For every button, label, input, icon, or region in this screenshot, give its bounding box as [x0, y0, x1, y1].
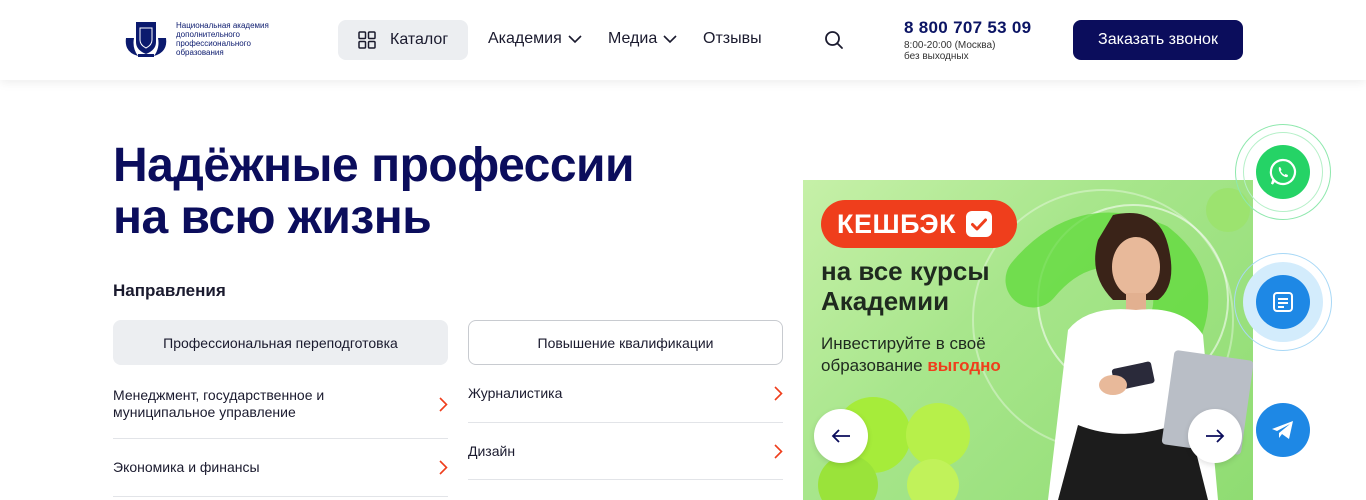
title-line-2: на всю жизнь — [113, 191, 432, 244]
nav-reviews[interactable]: Отзывы — [703, 30, 762, 48]
catalog-label: Каталог — [390, 31, 449, 48]
banner-headline-line-1: на все курсы — [821, 256, 990, 286]
academy-emblem-icon — [125, 22, 167, 57]
direction-item-economics[interactable]: Экономика и финансы — [113, 439, 448, 497]
banner-prev-button[interactable] — [814, 409, 868, 463]
promo-banner[interactable]: КЕШБЭК на все курсы Академии Инвестируйт… — [803, 180, 1253, 500]
phone-number[interactable]: 8 800 707 53 09 — [904, 18, 1031, 38]
nav-media[interactable]: Медиа — [608, 30, 677, 48]
direction-item-label: Журналистика — [468, 385, 563, 401]
directions-heading: Направления — [113, 281, 226, 300]
banner-sub-accent: выгодно — [927, 356, 1001, 375]
chevron-right-icon — [439, 396, 448, 412]
cashback-badge: КЕШБЭК — [821, 200, 1017, 248]
nav-academy[interactable]: Академия — [488, 30, 582, 48]
chevron-down-icon — [568, 34, 582, 43]
logo-text: Национальная академия дополнительного пр… — [176, 21, 269, 57]
arrow-right-icon — [1206, 429, 1225, 443]
checkmark-icon — [966, 211, 993, 237]
hours-text: 8:00-20:00 (Москва) — [904, 40, 996, 51]
whatsapp-icon — [1269, 158, 1297, 186]
academy-logo[interactable]: Национальная академия дополнительного пр… — [122, 18, 286, 60]
banner-headline: на все курсы Академии — [821, 256, 990, 316]
banner-next-button[interactable] — [1188, 409, 1242, 463]
direction-item-label: Экономика и финансы — [113, 459, 260, 475]
telegram-icon — [1272, 421, 1293, 439]
direction-item-management[interactable]: Менеджмент, государственное и муниципаль… — [113, 372, 448, 439]
order-call-button[interactable]: Заказать звонок — [1073, 20, 1243, 60]
telegram-button[interactable] — [1256, 403, 1310, 457]
phone-hours: 8:00-20:00 (Москва) без выходных — [904, 40, 995, 62]
banner-subtext: Инвестируйте в своё образование выгодно — [821, 333, 1001, 377]
message-icon — [1273, 292, 1293, 312]
direction-item-journalism[interactable]: Журналистика — [468, 365, 783, 423]
direction-item-label: Дизайн — [468, 442, 516, 459]
cashback-text: КЕШБЭК — [837, 208, 957, 239]
chevron-right-icon — [439, 460, 448, 475]
chevron-right-icon — [774, 443, 783, 459]
nav-reviews-label: Отзывы — [703, 30, 762, 47]
catalog-button[interactable]: Каталог — [338, 20, 468, 60]
nav-media-label: Медиа — [608, 30, 658, 47]
chevron-down-icon — [663, 34, 677, 43]
title-line-1: Надёжные профессии — [113, 139, 635, 192]
tab-professional-retraining[interactable]: Профессиональная переподготовка — [113, 320, 448, 365]
whatsapp-button[interactable] — [1256, 145, 1310, 199]
site-header: Национальная академия дополнительного пр… — [0, 0, 1366, 80]
search-icon[interactable] — [824, 30, 844, 50]
banner-sub-line-1: Инвестируйте в своё — [821, 334, 986, 353]
days-text: без выходных — [904, 51, 969, 62]
feedback-button[interactable] — [1256, 275, 1310, 329]
nav-academy-label: Академия — [488, 30, 562, 47]
banner-headline-line-2: Академии — [821, 286, 950, 316]
banner-sub-prefix: образование — [821, 356, 923, 375]
banner-sub-line-2: образование выгодно — [821, 355, 1001, 377]
direction-item-label: Менеджмент, государственное и муниципаль… — [113, 387, 325, 420]
grid-icon — [358, 31, 376, 49]
page-title: Надёжные профессии на всю жизнь — [113, 139, 635, 244]
chevron-right-icon — [774, 386, 783, 401]
direction-item-design[interactable]: Дизайн — [468, 423, 783, 480]
tab-qualification-upgrade[interactable]: Повышение квалификации — [468, 320, 783, 365]
arrow-left-icon — [831, 429, 850, 443]
